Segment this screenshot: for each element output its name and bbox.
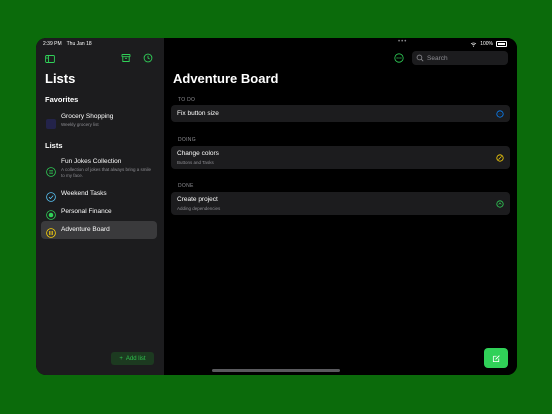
sidebar-item-adventure-board[interactable]: Adventure Board	[41, 221, 157, 239]
group-header-done: DONE	[178, 183, 194, 189]
sidebar-item-weekend-tasks[interactable]: Weekend Tasks	[41, 185, 157, 203]
battery-icon	[496, 41, 507, 47]
sidebar-item-subtitle: A collection of jokes that always bring …	[61, 167, 152, 178]
task-title: Change colors	[177, 150, 219, 157]
task-card[interactable]: Create project Adding dependencies	[171, 192, 510, 215]
sidebar-item-label: Personal Finance	[61, 208, 112, 215]
ipad-screen: 2:39 PM Thu Jan 18 Lists Favorites Grocer…	[36, 38, 517, 375]
favorites-header: Favorites	[45, 95, 79, 104]
group-header-doing: DOING	[178, 137, 196, 143]
status-date: Thu Jan 18	[66, 41, 92, 47]
todo-status-icon[interactable]	[496, 109, 504, 118]
history-icon[interactable]	[143, 53, 153, 63]
sidebar-item-fun-jokes[interactable]: Fun Jokes Collection A collection of jok…	[41, 157, 157, 181]
board-columns-icon	[46, 225, 56, 238]
sidebar-item-label: Weekend Tasks	[61, 190, 107, 197]
search-placeholder: Search	[427, 54, 448, 62]
archive-icon[interactable]	[121, 53, 131, 63]
sidebar-toggle-icon[interactable]	[45, 54, 55, 64]
sidebar-item-grocery-shopping[interactable]: Grocery Shopping Weekly grocery list	[41, 111, 157, 131]
task-title: Fix button size	[177, 110, 219, 117]
sidebar-title: Lists	[45, 71, 76, 86]
search-field[interactable]: Search	[412, 51, 508, 65]
wifi-icon	[470, 42, 477, 47]
main-content: ••• 100% Search Adventure Board TO DO Fi…	[164, 38, 517, 375]
add-list-label: Add list	[125, 355, 146, 362]
sidebar-item-subtitle: Weekly grocery list	[61, 122, 99, 127]
status-bar-left: 2:39 PM Thu Jan 18	[43, 41, 97, 47]
task-card[interactable]: Change colors Buttons and Tasks	[171, 146, 510, 169]
list-icon	[46, 116, 56, 129]
task-subtitle: Adding dependencies	[177, 206, 221, 211]
task-title: Create project	[177, 196, 218, 203]
sidebar-item-label: Adventure Board	[61, 226, 110, 233]
status-bar-right: 100%	[470, 41, 507, 47]
battery-percent: 100%	[480, 41, 493, 47]
home-indicator[interactable]	[212, 369, 340, 372]
plus-icon: +	[119, 355, 123, 362]
finance-icon	[46, 207, 56, 220]
checkmark-circle-icon	[46, 189, 56, 202]
doing-status-icon[interactable]	[496, 153, 504, 162]
sidebar: 2:39 PM Thu Jan 18 Lists Favorites Grocer…	[36, 38, 164, 375]
status-time: 2:39 PM	[43, 41, 62, 47]
group-header-todo: TO DO	[178, 97, 196, 103]
list-bullet-icon	[46, 164, 56, 177]
sidebar-item-personal-finance[interactable]: Personal Finance	[41, 203, 157, 221]
sidebar-item-label: Grocery Shopping	[61, 113, 114, 120]
sidebar-item-label: Fun Jokes Collection	[61, 158, 122, 165]
page-title: Adventure Board	[173, 71, 279, 86]
add-list-button[interactable]: + Add list	[111, 352, 154, 365]
task-card[interactable]: Fix button size	[171, 105, 510, 122]
search-icon	[416, 54, 424, 62]
compose-button[interactable]	[484, 348, 508, 368]
compose-icon	[492, 354, 500, 362]
done-status-icon[interactable]	[496, 199, 504, 208]
lists-header: Lists	[45, 141, 63, 150]
task-subtitle: Buttons and Tasks	[177, 160, 214, 165]
more-options-icon[interactable]	[394, 53, 404, 63]
multitasking-dots[interactable]: •••	[398, 39, 407, 45]
